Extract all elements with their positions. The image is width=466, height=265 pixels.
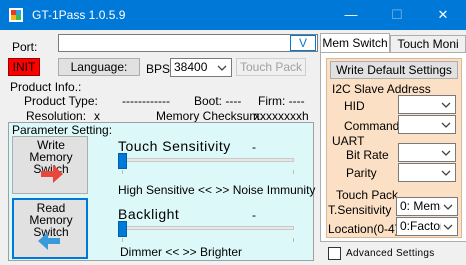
chevron-down-icon — [441, 200, 455, 214]
port-value — [59, 35, 62, 49]
parity-label: Parity — [346, 166, 377, 180]
bitrate-label: Bit Rate — [346, 148, 389, 162]
bps-select[interactable]: 38400 — [170, 58, 232, 77]
backlight-caption: Dimmer << >> Brighter — [120, 245, 243, 259]
checksum-label: Memory Checksum: — [156, 109, 263, 123]
port-dropdown-button[interactable]: V — [290, 35, 316, 51]
parameter-header: Parameter Setting: — [12, 123, 113, 137]
product-type-value: ------------ — [122, 94, 170, 108]
tab-touch-moni-label: Touch Moni — [397, 37, 459, 51]
tab-mem-switch-label: Mem Switch — [322, 36, 388, 50]
touch-sensitivity-track — [118, 158, 294, 162]
backlight-ticks — [122, 238, 294, 242]
resolution-label: Resolution: — [26, 109, 87, 123]
location-label: Location(0-4) — [328, 222, 399, 236]
init-button-label: INIT — [12, 60, 36, 74]
resolution-value: x — [94, 109, 100, 123]
touch-sensitivity-ticks — [122, 170, 294, 174]
arrow-left-icon — [38, 232, 60, 250]
write-default-settings-button[interactable]: Write Default Settings — [330, 61, 458, 79]
advanced-settings-checkbox[interactable] — [328, 247, 341, 260]
close-icon: ✕ — [437, 7, 449, 22]
backlight-title: Backlight — [118, 206, 180, 222]
title-bar: GT-1Pass 1.0.5.9 — ☐ ✕ — [0, 0, 466, 30]
app-logo-icon — [9, 8, 23, 22]
bps-value: 38400 — [174, 60, 208, 74]
write-default-settings-label: Write Default Settings — [336, 63, 452, 77]
touch-pack-header: Touch Pack — [336, 188, 399, 202]
minimize-icon: — — [344, 7, 358, 22]
parity-select[interactable] — [398, 163, 456, 182]
port-field[interactable] — [58, 34, 318, 52]
boot-label: Boot: ---- — [194, 94, 242, 108]
language-button[interactable]: Language: — [58, 58, 140, 76]
backlight-value: - — [252, 208, 256, 222]
product-info-header: Product Info.: — [10, 80, 82, 94]
write-memory-switch-button[interactable]: Write Memory Switch — [12, 136, 88, 194]
checksum-value: xxxxxxxxh — [254, 109, 309, 123]
read-memory-switch-button[interactable]: Read Memory Switch — [12, 198, 88, 259]
bps-label: BPS — [146, 62, 171, 76]
chevron-down-icon — [441, 150, 451, 156]
hid-label: HID — [344, 99, 365, 113]
command-label: Command — [344, 119, 400, 133]
minimize-button[interactable]: — — [328, 0, 374, 30]
touch-sensitivity-caption: High Sensitive << >> Noise Immunity — [118, 183, 316, 197]
language-button-label: Language: — [70, 60, 128, 74]
touch-sensitivity-slider[interactable] — [118, 153, 127, 169]
port-dropdown-label: V — [298, 36, 307, 50]
uart-header: UART — [332, 134, 365, 148]
touch-pack-button[interactable]: Touch Pack — [236, 58, 306, 76]
port-label: Port: — [12, 40, 38, 54]
location-select[interactable]: 0:Factor — [396, 217, 458, 236]
backlight-track — [118, 226, 294, 230]
t-sensitivity-label: T.Sensitivity — [328, 203, 392, 217]
t-sensitivity-select[interactable]: 0: MemS — [396, 197, 458, 216]
window-title: GT-1Pass 1.0.5.9 — [32, 8, 126, 22]
tab-mem-switch[interactable]: Mem Switch — [320, 33, 390, 53]
chevron-down-icon — [441, 102, 451, 108]
chevron-down-icon — [441, 122, 451, 128]
chevron-down-icon — [217, 65, 227, 71]
init-button[interactable]: INIT — [8, 58, 40, 76]
bitrate-select[interactable] — [398, 143, 456, 162]
tab-touch-moni[interactable]: Touch Moni — [390, 35, 466, 53]
command-select[interactable] — [398, 115, 456, 134]
arrow-right-icon — [41, 165, 63, 183]
close-button[interactable]: ✕ — [420, 0, 466, 30]
touch-pack-button-label: Touch Pack — [239, 60, 303, 74]
maximize-icon: ☐ — [391, 7, 403, 22]
firm-label: Firm: ---- — [258, 94, 305, 108]
i2c-header: I2C Slave Address — [332, 82, 431, 96]
chevron-down-icon — [441, 220, 455, 234]
product-type-label: Product Type: — [24, 94, 98, 108]
backlight-slider[interactable] — [118, 221, 127, 237]
maximize-button[interactable]: ☐ — [374, 0, 420, 30]
touch-sensitivity-title: Touch Sensitivity — [118, 138, 231, 154]
advanced-settings-label: Advanced Settings — [346, 248, 435, 259]
touch-sensitivity-value: - — [252, 140, 256, 154]
chevron-down-icon — [441, 170, 451, 176]
location-value: 0:Factor — [400, 219, 445, 233]
hid-select[interactable] — [398, 95, 456, 114]
